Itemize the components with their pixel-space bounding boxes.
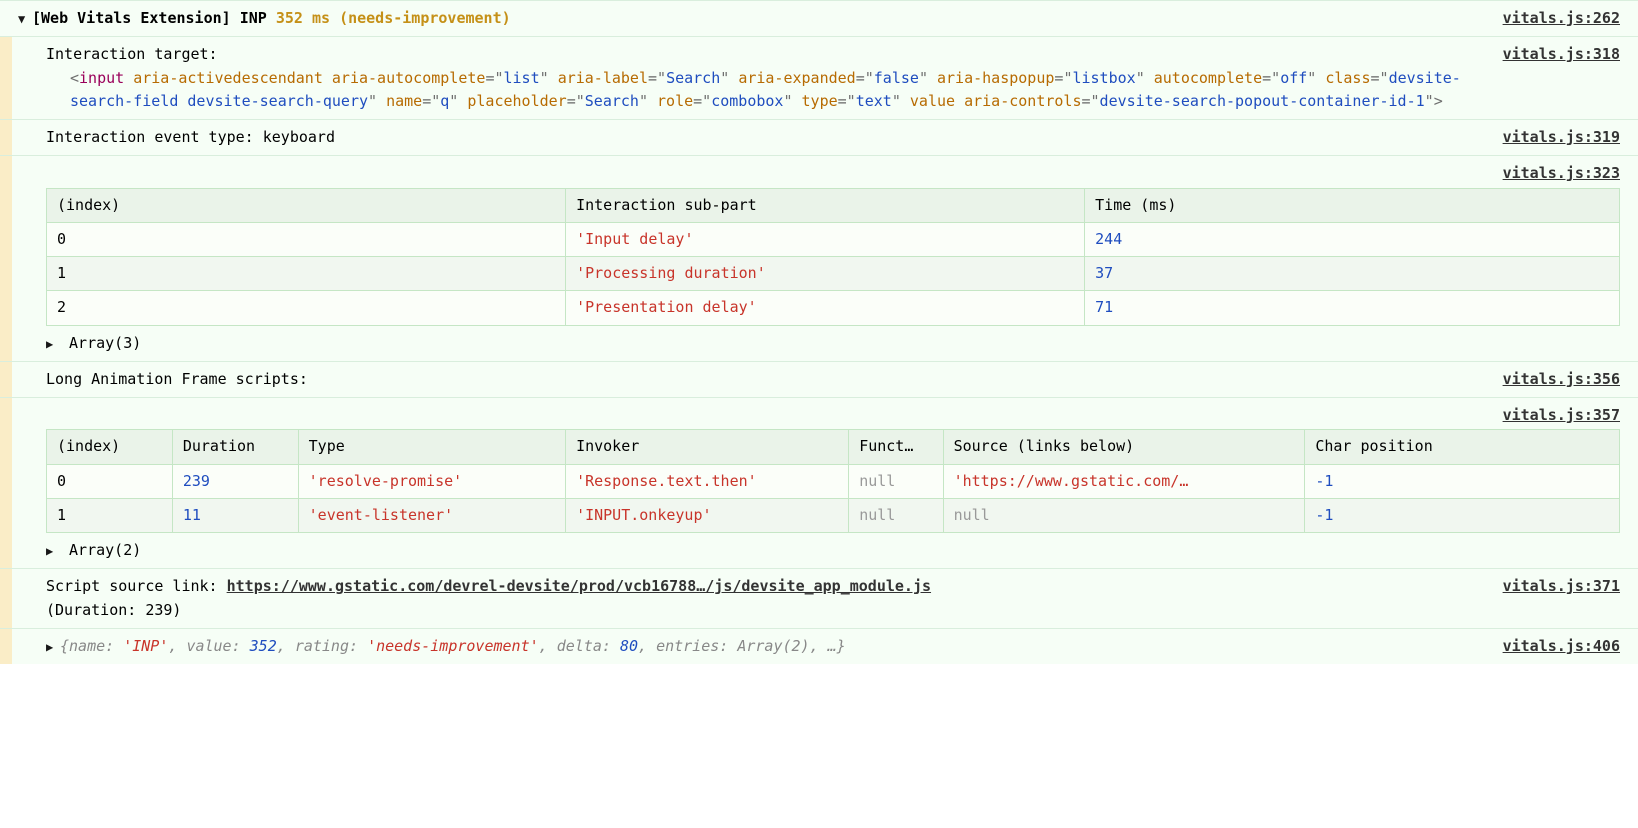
- source-link[interactable]: vitals.js:262: [1479, 7, 1620, 30]
- metric-rating: (needs-improvement): [339, 9, 511, 27]
- table-header: Type: [298, 430, 565, 464]
- console-log-group: [Web Vitals Extension] INP 352 ms (needs…: [0, 0, 1638, 664]
- table-row: 111'event-listener''INPUT.onkeyup'nullnu…: [47, 498, 1620, 532]
- source-link[interactable]: vitals.js:318: [1479, 43, 1620, 66]
- table-header: Duration: [172, 430, 298, 464]
- table-header: (index): [47, 188, 566, 222]
- array-expand[interactable]: Array(3): [46, 328, 1620, 355]
- table-row: 0'Input delay'244: [47, 222, 1620, 256]
- metric-value: 352 ms: [276, 9, 330, 27]
- log-entry-laf-table: vitals.js:357 (index)DurationTypeInvoker…: [0, 397, 1638, 568]
- table-header: Interaction sub-part: [566, 188, 1085, 222]
- table-header: (index): [47, 430, 173, 464]
- chevron-right-icon[interactable]: [46, 332, 60, 355]
- laf-label: Long Animation Frame scripts:: [46, 368, 1479, 391]
- array-expand[interactable]: Array(2): [46, 535, 1620, 562]
- log-entry-script-link: Script source link: https://www.gstatic.…: [0, 568, 1638, 628]
- chevron-down-icon[interactable]: [18, 7, 32, 30]
- target-label: Interaction target:: [46, 43, 1479, 66]
- source-link[interactable]: vitals.js:323: [1479, 162, 1620, 185]
- table-row: 0239'resolve-promise''Response.text.then…: [47, 464, 1620, 498]
- target-html-snippet[interactable]: <input aria-activedescendant aria-autoco…: [46, 67, 1479, 114]
- source-link[interactable]: vitals.js:357: [1479, 404, 1620, 427]
- log-prefix: [Web Vitals Extension]: [32, 9, 231, 27]
- log-entry-target: Interaction target: <input aria-activede…: [0, 36, 1638, 119]
- script-link-duration: (Duration: 239): [46, 599, 1479, 622]
- object-preview[interactable]: {name: 'INP', value: 352, rating: 'needs…: [60, 635, 1479, 658]
- metric-name: INP: [240, 9, 267, 27]
- chevron-right-icon[interactable]: [46, 635, 60, 658]
- source-link[interactable]: vitals.js:319: [1479, 126, 1620, 149]
- table-row: 1'Processing duration'37: [47, 257, 1620, 291]
- log-entry-subpart-table: vitals.js:323 (index)Interaction sub-par…: [0, 155, 1638, 361]
- table-header: Char position: [1305, 430, 1620, 464]
- source-link[interactable]: vitals.js:406: [1479, 635, 1620, 658]
- log-entry-event-type: Interaction event type: keyboard vitals.…: [0, 119, 1638, 155]
- event-type-text: Interaction event type: keyboard: [46, 126, 1479, 149]
- chevron-right-icon[interactable]: [46, 539, 60, 562]
- log-group-header[interactable]: [Web Vitals Extension] INP 352 ms (needs…: [0, 0, 1638, 36]
- source-link[interactable]: vitals.js:356: [1479, 368, 1620, 391]
- source-link[interactable]: vitals.js:371: [1479, 575, 1620, 598]
- table-header: Source (links below): [943, 430, 1305, 464]
- table-row: 2'Presentation delay'71: [47, 291, 1620, 325]
- laf-table: (index)DurationTypeInvokerFunct…Source (…: [46, 429, 1620, 533]
- table-header: Time (ms): [1085, 188, 1620, 222]
- log-entry-laf-label: Long Animation Frame scripts: vitals.js:…: [0, 361, 1638, 397]
- script-link-url[interactable]: https://www.gstatic.com/devrel-devsite/p…: [227, 577, 931, 595]
- script-link-label: Script source link:: [46, 577, 227, 595]
- table-header: Invoker: [566, 430, 849, 464]
- subpart-table: (index)Interaction sub-partTime (ms) 0'I…: [46, 188, 1620, 326]
- log-entry-object[interactable]: {name: 'INP', value: 352, rating: 'needs…: [0, 628, 1638, 664]
- table-header: Funct…: [849, 430, 943, 464]
